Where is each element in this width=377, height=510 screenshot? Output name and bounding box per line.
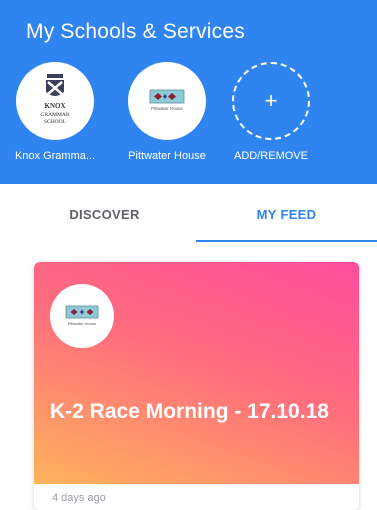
school-label-knox: Knox Gramma...	[14, 150, 96, 162]
knox-logo-line1: KNOX	[45, 102, 66, 110]
knox-logo-line3: SCHOOL	[44, 119, 67, 125]
plus-icon: +	[264, 88, 278, 113]
feed-card-logo-text: Pittwater House	[68, 321, 97, 326]
tab-my-feed[interactable]: MY FEED	[196, 186, 377, 242]
add-remove-circle[interactable]: +	[232, 62, 310, 140]
pittwater-logo-text: Pittwater House	[151, 106, 183, 111]
feed-card[interactable]: Pittwater House K-2 Race Morning - 17.10…	[34, 262, 359, 510]
active-tab-indicator	[196, 240, 377, 242]
add-remove-button[interactable]: + ADD/REMOVE	[226, 62, 316, 172]
pittwater-logo: Pittwater House	[128, 62, 206, 140]
knox-logo: KNOX GRAMMAR SCHOOL	[16, 62, 94, 140]
school-label-pittwater: Pittwater House	[128, 150, 206, 162]
tab-discover[interactable]: DISCOVER	[14, 186, 195, 242]
knox-crest-icon: KNOX GRAMMAR SCHOOL	[40, 74, 70, 125]
school-pittwater[interactable]: Pittwater House Pittwater House	[122, 62, 212, 172]
feed-card-time: 4 days ago	[52, 492, 106, 504]
schools-header: My Schools & Services KNOX GRAMMAR SCHOO…	[0, 0, 377, 184]
add-remove-label: ADD/REMOVE	[234, 150, 308, 162]
pittwater-crest-icon: Pittwater House	[65, 305, 99, 326]
feed-card-title: K-2 Race Morning - 17.10.18	[50, 400, 329, 423]
feed-tabs: DISCOVER MY FEED	[14, 186, 377, 242]
feed-card-hero: Pittwater House K-2 Race Morning - 17.10…	[34, 262, 359, 484]
pittwater-crest-icon: Pittwater House	[149, 89, 185, 111]
knox-logo-line2: GRAMMAR	[40, 112, 69, 118]
school-knox[interactable]: KNOX GRAMMAR SCHOOL Knox Gramma...	[10, 62, 100, 172]
header-title: My Schools & Services	[26, 20, 245, 43]
feed-card-school-logo: Pittwater House	[50, 284, 114, 348]
